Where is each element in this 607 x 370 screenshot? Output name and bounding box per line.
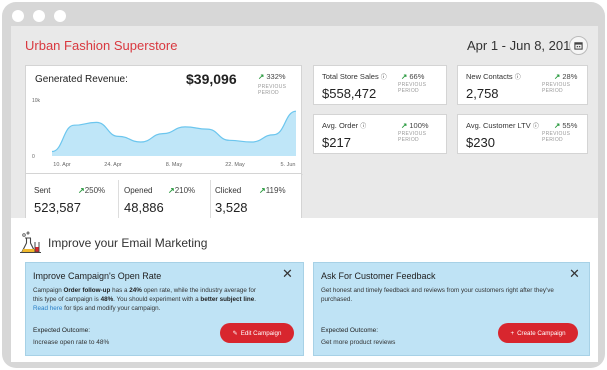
metric-value: $558,472 — [322, 86, 377, 101]
metric-change: 66% — [409, 72, 425, 81]
metric-card-avg-ltv: Avg. Customer LTV ⓘ ↗ 55% PREVIOUS PERIO… — [457, 114, 588, 154]
create-campaign-button[interactable]: + Create Campaign — [498, 323, 578, 343]
arrow-up-right-icon: ↗ — [554, 72, 561, 81]
outcome-label: Expected Outcome: — [321, 327, 379, 334]
arrow-up-right-icon: ↗ — [168, 186, 175, 195]
email-section-title: Improve your Email Marketing — [48, 236, 208, 250]
x-tick-label: 10. Apr — [53, 162, 71, 168]
metric-change: 100% — [409, 121, 429, 130]
info-icon[interactable]: ⓘ — [381, 75, 387, 81]
browser-frame: Urban Fashion Superstore Apr 1 - Jun 8, … — [2, 2, 605, 368]
x-tick-label: 5. Jun — [281, 162, 296, 168]
panel-body: Campaign Order follow-up has a 24% open … — [33, 287, 256, 312]
calendar-button[interactable] — [569, 36, 588, 55]
panel-title: Improve Campaign's Open Rate — [33, 271, 162, 281]
metric-card-total-sales: Total Store Sales ⓘ ↗ 66% PREVIOUS PERIO… — [313, 65, 447, 105]
info-icon[interactable]: ⓘ — [533, 124, 539, 130]
outcome-value: Get more product reviews — [321, 339, 396, 346]
metric-label: Avg. Customer LTV — [466, 121, 531, 130]
button-label: Edit Campaign — [240, 329, 282, 337]
stat-label-clicked: Clicked — [215, 186, 242, 195]
revenue-area — [52, 111, 296, 156]
stat-change-clicked: 119% — [265, 186, 286, 195]
revenue-chart: 10k 0 10. Apr 24. Apr 8. May 22. May 5. Jun — [32, 98, 297, 168]
y-tick-label: 10k — [32, 98, 41, 104]
metric-label: Avg. Order — [322, 121, 359, 130]
x-tick-label: 8. May — [166, 162, 183, 168]
previous-period-label: PREVIOUS PERIOD — [398, 82, 427, 94]
stat-label-opened: Opened — [124, 186, 153, 195]
stat-value-opened: 48,886 — [124, 200, 164, 215]
info-icon[interactable]: ⓘ — [360, 124, 366, 130]
stat-value-clicked: 3,528 — [215, 200, 248, 215]
metric-card-new-contacts: New Contacts ⓘ ↗ 28% PREVIOUS PERIOD 2,7… — [457, 65, 588, 105]
divider — [210, 180, 211, 218]
metric-value: $230 — [466, 135, 495, 150]
metric-label: New Contacts — [466, 72, 513, 81]
arrow-up-right-icon: ↗ — [554, 121, 561, 130]
date-range[interactable]: Apr 1 - Jun 8, 2017 — [467, 38, 578, 53]
panel-body: Get honest and timely feedback and revie… — [321, 287, 554, 303]
previous-period-label: PREVIOUS PERIOD — [398, 131, 427, 143]
dashboard: Urban Fashion Superstore Apr 1 - Jun 8, … — [11, 26, 598, 362]
y-tick-label: 0 — [32, 154, 35, 160]
metric-change: 28% — [562, 72, 578, 81]
stat-label-sent: Sent — [34, 186, 51, 195]
x-tick-label: 22. May — [225, 162, 245, 168]
metric-value: $217 — [322, 135, 351, 150]
arrow-up-right-icon: ↗ — [401, 72, 408, 81]
pencil-icon: ✎ — [232, 329, 238, 337]
metric-change: 55% — [562, 121, 578, 130]
close-icon[interactable]: ✕ — [569, 266, 580, 282]
outcome-value: Increase open rate to 48% — [33, 339, 110, 346]
read-here-link[interactable]: Read here — [33, 305, 62, 312]
arrow-up-right-icon: ↗ — [78, 186, 85, 195]
store-name: Urban Fashion Superstore — [25, 38, 178, 53]
edit-campaign-button[interactable]: ✎ Edit Campaign — [220, 323, 294, 343]
revenue-change: 332% — [266, 72, 286, 81]
window-dot — [54, 10, 66, 22]
close-icon[interactable]: ✕ — [282, 266, 293, 282]
stat-value-sent: 523,587 — [34, 200, 81, 215]
info-icon[interactable]: ⓘ — [515, 75, 521, 81]
stat-change-opened: 210% — [174, 186, 196, 195]
window-dot — [12, 10, 24, 22]
stat-change-sent: 250% — [84, 186, 106, 195]
revenue-title: Generated Revenue: — [35, 74, 128, 85]
previous-period-label: PREVIOUS PERIOD — [542, 131, 571, 143]
previous-period-label: PREVIOUS PERIOD — [542, 82, 571, 94]
calendar-icon — [574, 42, 583, 50]
metric-value: 2,758 — [466, 86, 499, 101]
suggestion-panel-feedback: Ask For Customer Feedback ✕ Get honest a… — [313, 262, 590, 356]
arrow-up-right-icon: ↗ — [259, 186, 266, 195]
window-dot — [33, 10, 45, 22]
revenue-value: $39,096 — [186, 71, 237, 87]
lab-flask-icon — [20, 231, 41, 253]
panel-title: Ask For Customer Feedback — [321, 271, 436, 281]
plus-icon: + — [510, 329, 515, 337]
metric-label: Total Store Sales — [322, 72, 379, 81]
button-label: Create Campaign — [517, 329, 566, 337]
arrow-up-right-icon: ↗ — [258, 72, 265, 81]
x-tick-label: 24. Apr — [104, 162, 122, 168]
metric-card-avg-order: Avg. Order ⓘ ↗ 100% PREVIOUS PERIOD $217 — [313, 114, 447, 154]
suggestion-panel-open-rate: Improve Campaign's Open Rate ✕ Campaign … — [25, 262, 304, 356]
divider — [118, 180, 119, 218]
email-stats-card: Sent ↗250% 523,587 Opened ↗210% 48,886 C… — [25, 173, 302, 221]
arrow-up-right-icon: ↗ — [401, 121, 408, 130]
outcome-label: Expected Outcome: — [33, 327, 91, 334]
email-marketing-section: Improve your Email Marketing Improve Cam… — [11, 218, 598, 362]
